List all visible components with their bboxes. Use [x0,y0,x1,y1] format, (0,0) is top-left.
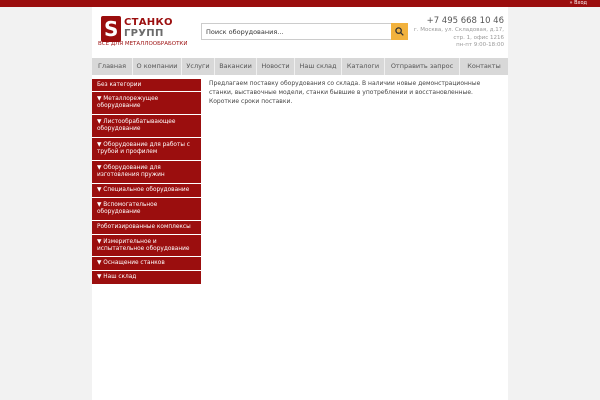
nav-item-send-request[interactable]: Отправить запрос [385,58,460,75]
nav-item-news[interactable]: Новости [257,58,295,75]
phone-number[interactable]: +7 495 668 10 46 [404,16,504,27]
search-icon [395,27,404,36]
sidebar-item-pipe-profile[interactable]: ▼ Оборудование для работы с трубой и про… [92,138,201,161]
sidebar-item-our-warehouse[interactable]: ▼ Наш склад [92,271,201,285]
nav-item-warehouse[interactable]: Наш склад [295,58,342,75]
sidebar-item-springs[interactable]: ▼ Оборудование для изготовления пружин [92,161,201,184]
sidebar-item-robotic[interactable]: Роботизированные комплексы [92,221,201,235]
nav-item-vacancies[interactable]: Вакансии [215,58,257,75]
address-line-1: г. Москва, ул. Складовая, д.17, [413,27,504,33]
nav-item-home[interactable]: Главная [92,58,133,75]
page-container: S СТАНКО ГРУПП ВСЁ ДЛЯ МЕТАЛЛООБРАБОТКИ … [92,7,508,400]
sidebar-item-sheet-processing[interactable]: ▼ Листообрабатывающее оборудование [92,115,201,138]
logo-mark-letter: S [104,17,119,41]
logo-mark-icon: S [101,16,121,42]
category-sidebar: Без категории ▼ Металлорежущее оборудова… [92,79,201,285]
tagline: ВСЁ ДЛЯ МЕТАЛЛООБРАБОТКИ [98,41,188,47]
sidebar-item-special[interactable]: ▼ Специальное оборудование [92,184,201,198]
work-hours: пн-пт 9:00-18:00 [456,42,504,48]
sidebar-item-tooling[interactable]: ▼ Оснащение станков [92,257,201,271]
sidebar-item-uncategorized[interactable]: Без категории [92,79,201,92]
sidebar-item-metal-cutting[interactable]: ▼ Металлорежущее оборудование [92,92,201,115]
logo-title-line2: ГРУПП [124,28,164,39]
search-input[interactable] [202,24,392,39]
address-line-2: стр. 1, офис 1216 [453,34,504,41]
nav-item-about[interactable]: О компании [133,58,182,75]
logo-title-line1: СТАНКО [124,17,173,28]
login-link[interactable]: » Вход [569,0,587,7]
nav-item-catalogs[interactable]: Каталоги [342,58,385,75]
search-box [201,23,408,40]
nav-item-contacts[interactable]: Контакты [460,58,508,75]
nav-item-services[interactable]: Услуги [182,58,215,75]
sidebar-item-measuring[interactable]: ▼ Измерительное и испытательное оборудов… [92,235,201,257]
sidebar-item-auxiliary[interactable]: ▼ Вспомогательное оборудование [92,198,201,221]
top-bar [0,0,600,7]
main-nav: Главная О компании Услуги Вакансии Новос… [92,58,508,75]
main-content-text: Предлагаем поставку оборудования со скла… [209,80,481,105]
contacts-block: +7 495 668 10 46 г. Москва, ул. Складова… [404,16,504,50]
